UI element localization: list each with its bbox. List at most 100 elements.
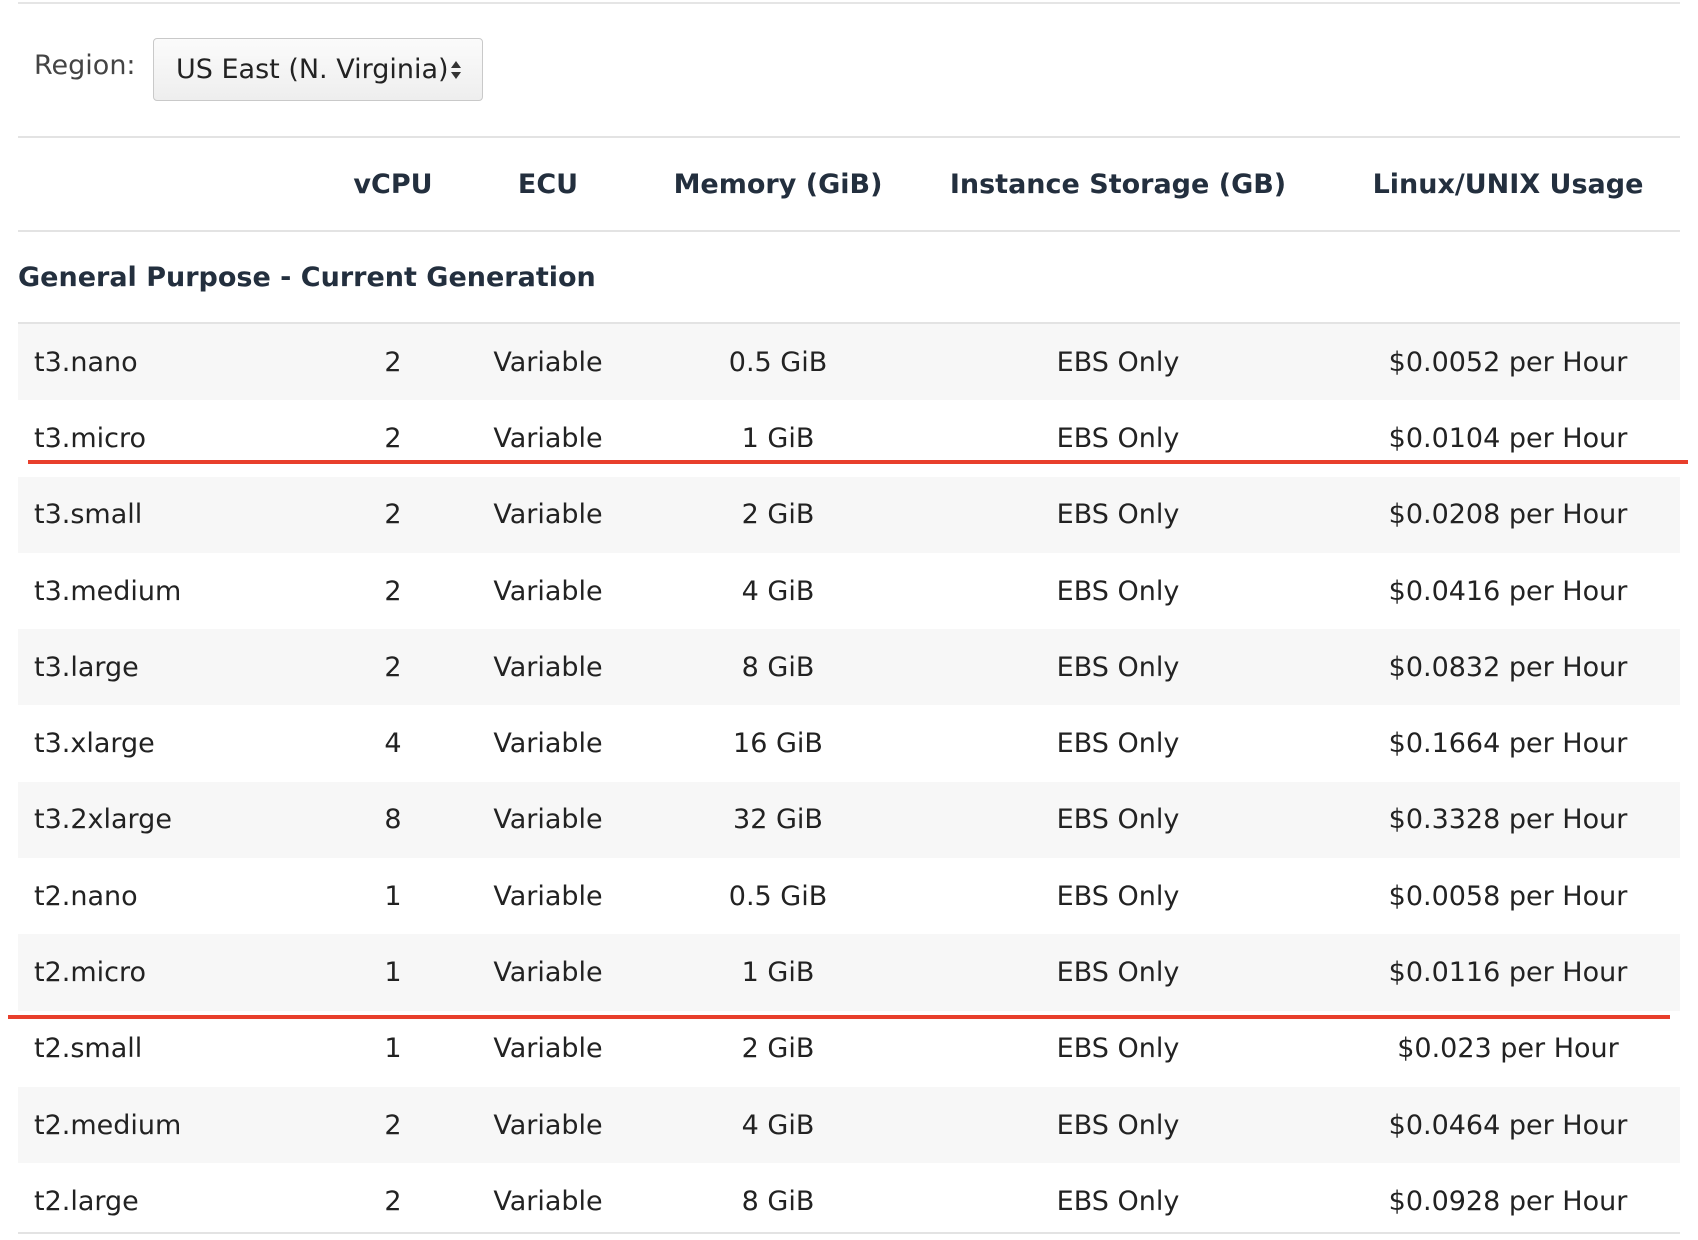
cell-vcpu: 1 xyxy=(384,957,402,989)
cell-ecu: Variable xyxy=(493,728,603,760)
cell-price: $0.0832 per Hour xyxy=(1388,651,1628,683)
table-row: t3.nano 2 Variable 0.5 GiB EBS Only $0.0052 p… xyxy=(18,324,1680,401)
cell-ecu: Variable xyxy=(493,957,603,989)
header-price: Linux/UNIX Usage xyxy=(1372,168,1644,200)
header-vcpu: vCPU xyxy=(353,168,433,200)
cell-price: $0.023 per Hour xyxy=(1397,1033,1619,1065)
cell-ecu: Variable xyxy=(493,575,603,607)
cell-memory: 16 GiB xyxy=(733,728,823,760)
cell-storage: EBS Only xyxy=(1056,880,1180,912)
cell-storage: EBS Only xyxy=(1056,1109,1180,1141)
cell-ecu: Variable xyxy=(493,880,603,912)
cell-vcpu: 1 xyxy=(384,880,402,912)
cell-price: $0.0104 per Hour xyxy=(1388,422,1628,454)
header-storage: Instance Storage (GB) xyxy=(949,168,1287,200)
cell-ecu: Variable xyxy=(493,346,603,378)
cell-memory: 0.5 GiB xyxy=(728,346,828,378)
section-title: General Purpose - Current Generation xyxy=(18,261,596,293)
table-row: t2.small 1 Variable 2 GiB EBS Only $0.023 per… xyxy=(18,1011,1680,1087)
cell-vcpu: 8 xyxy=(384,804,402,836)
cell-name: t2.medium xyxy=(34,1109,182,1141)
table-row: t2.nano 1 Variable 0.5 GiB EBS Only $0.0058 p… xyxy=(18,858,1680,934)
section-row: General Purpose - Current Generation xyxy=(18,232,1680,324)
cell-name: t2.large xyxy=(34,1185,139,1217)
pricing-table: vCPU ECU Memory (GiB) Instance Storage (… xyxy=(18,136,1680,1240)
cell-ecu: Variable xyxy=(493,1033,603,1065)
cell-memory: 2 GiB xyxy=(741,1033,815,1065)
table-row: t2.large 2 Variable 8 GiB EBS Only $0.0928 pe… xyxy=(18,1163,1680,1239)
cell-name: t3.2xlarge xyxy=(34,804,172,836)
bottom-divider xyxy=(18,1232,1680,1234)
cell-storage: EBS Only xyxy=(1056,1185,1180,1217)
region-select[interactable]: US East (N. Virginia) xyxy=(153,38,483,101)
cell-name: t2.small xyxy=(34,1033,143,1065)
cell-name: t3.xlarge xyxy=(34,728,155,760)
cell-vcpu: 2 xyxy=(384,575,402,607)
cell-storage: EBS Only xyxy=(1056,422,1180,454)
cell-price: $0.0416 per Hour xyxy=(1388,575,1628,607)
cell-storage: EBS Only xyxy=(1056,346,1180,378)
cell-ecu: Variable xyxy=(493,422,603,454)
table-row: t2.micro 1 Variable 1 GiB EBS Only $0.0116 pe… xyxy=(18,934,1680,1011)
table-header-row: vCPU ECU Memory (GiB) Instance Storage (… xyxy=(18,136,1680,232)
cell-storage: EBS Only xyxy=(1056,1033,1180,1065)
cell-ecu: Variable xyxy=(493,1185,603,1217)
cell-name: t3.micro xyxy=(34,422,147,454)
table-row: t3.xlarge 4 Variable 16 GiB EBS Only $0.1664 … xyxy=(18,705,1680,781)
cell-storage: EBS Only xyxy=(1056,499,1180,531)
cell-vcpu: 2 xyxy=(384,1185,402,1217)
header-ecu: ECU xyxy=(517,168,579,200)
cell-storage: EBS Only xyxy=(1056,728,1180,760)
cell-price: $0.0928 per Hour xyxy=(1388,1185,1628,1217)
cell-price: $0.3328 per Hour xyxy=(1388,804,1628,836)
cell-storage: EBS Only xyxy=(1056,575,1180,607)
table-row: t3.micro 2 Variable 1 GiB EBS Only $0.0104 pe… xyxy=(18,400,1680,476)
cell-price: $0.0058 per Hour xyxy=(1388,880,1628,912)
region-select-value: US East (N. Virginia) xyxy=(176,54,449,85)
cell-memory: 8 GiB xyxy=(741,1185,815,1217)
cell-memory: 32 GiB xyxy=(733,804,823,836)
cell-name: t3.large xyxy=(34,651,139,683)
cell-name: t2.micro xyxy=(34,957,147,989)
table-row: t3.2xlarge 8 Variable 32 GiB EBS Only $0.3328… xyxy=(18,781,1680,859)
cell-storage: EBS Only xyxy=(1056,804,1180,836)
cell-memory: 4 GiB xyxy=(741,1109,815,1141)
cell-name: t3.nano xyxy=(34,346,138,378)
table-row: t3.medium 2 Variable 4 GiB EBS Only $0.0416 p… xyxy=(18,553,1680,629)
cell-price: $0.0052 per Hour xyxy=(1388,346,1628,378)
cell-name: t3.small xyxy=(34,499,143,531)
cell-price: $0.1664 per Hour xyxy=(1388,728,1628,760)
cell-name: t3.medium xyxy=(34,575,182,607)
cell-price: $0.0464 per Hour xyxy=(1388,1109,1628,1141)
header-memory: Memory (GiB) xyxy=(673,168,883,200)
cell-ecu: Variable xyxy=(493,1109,603,1141)
cell-storage: EBS Only xyxy=(1056,957,1180,989)
cell-memory: 1 GiB xyxy=(741,422,815,454)
cell-vcpu: 2 xyxy=(384,346,402,378)
cell-ecu: Variable xyxy=(493,499,603,531)
cell-vcpu: 2 xyxy=(384,1109,402,1141)
table-row: t2.medium 2 Variable 4 GiB EBS Only $0.0464 p… xyxy=(18,1086,1680,1164)
cell-price: $0.0116 per Hour xyxy=(1388,957,1628,989)
cell-vcpu: 2 xyxy=(384,651,402,683)
cell-memory: 4 GiB xyxy=(741,575,815,607)
cell-vcpu: 4 xyxy=(384,728,402,760)
cell-memory: 8 GiB xyxy=(741,651,815,683)
region-label: Region: xyxy=(34,50,136,81)
cell-vcpu: 2 xyxy=(384,499,402,531)
cell-name: t2.nano xyxy=(34,880,138,912)
cell-ecu: Variable xyxy=(493,804,603,836)
cell-memory: 0.5 GiB xyxy=(728,880,828,912)
cell-memory: 2 GiB xyxy=(741,499,815,531)
table-row: t3.large 2 Variable 8 GiB EBS Only $0.0832 pe… xyxy=(18,629,1680,706)
cell-price: $0.0208 per Hour xyxy=(1388,499,1628,531)
cell-vcpu: 2 xyxy=(384,422,402,454)
cell-ecu: Variable xyxy=(493,651,603,683)
cell-storage: EBS Only xyxy=(1056,651,1180,683)
cell-vcpu: 1 xyxy=(384,1033,402,1065)
top-divider xyxy=(18,2,1680,4)
select-updown-icon xyxy=(451,61,461,79)
table-row: t3.small 2 Variable 2 GiB EBS Only $0.0208 pe… xyxy=(18,476,1680,553)
header-name xyxy=(18,138,318,230)
cell-memory: 1 GiB xyxy=(741,957,815,989)
